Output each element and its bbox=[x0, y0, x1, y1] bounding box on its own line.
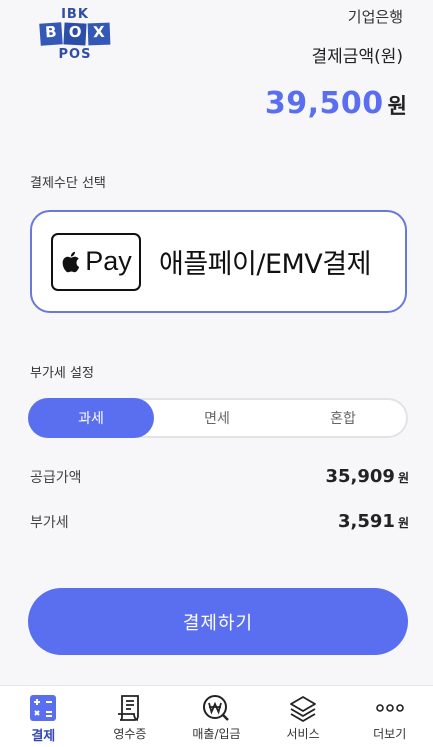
tab-sales-deposit[interactable]: 매출/입금 bbox=[173, 686, 260, 747]
ibk-box-pos-logo: IBK B O X POS bbox=[38, 7, 112, 71]
supply-amount-value: 35,909 원 bbox=[325, 466, 409, 487]
vat-amount-unit: 원 bbox=[397, 516, 409, 530]
logo-line-3: POS bbox=[58, 47, 92, 62]
won-coin-search-icon bbox=[201, 693, 231, 723]
tab-label: 더보기 bbox=[373, 727, 407, 741]
logo-box-letter: B bbox=[39, 22, 63, 46]
payment-amount: 39,500 원 bbox=[265, 86, 407, 121]
apple-pay-text: Pay bbox=[85, 246, 132, 276]
more-dots-icon bbox=[375, 693, 405, 723]
supply-amount-unit: 원 bbox=[397, 471, 409, 485]
tab-payment[interactable]: 결제 bbox=[0, 686, 87, 747]
vat-amount-row: 부가세 3,591 원 bbox=[30, 511, 409, 532]
tab-more[interactable]: 더보기 bbox=[346, 686, 433, 747]
apple-icon bbox=[62, 251, 80, 272]
logo-box: B O X bbox=[38, 22, 112, 46]
payment-option-label: 애플페이/EMV결제 bbox=[159, 249, 371, 280]
logo-box-letter: X bbox=[87, 22, 111, 46]
vat-option-taxable[interactable]: 과세 bbox=[28, 398, 154, 438]
supply-amount-label: 공급가액 bbox=[30, 470, 82, 486]
receipt-icon bbox=[115, 693, 145, 723]
vat-option-exempt[interactable]: 면세 bbox=[154, 400, 280, 436]
bank-name: 기업은행 bbox=[347, 8, 403, 26]
pay-button[interactable]: 결제하기 bbox=[28, 588, 408, 655]
vat-setting-title: 부가세 설정 bbox=[30, 366, 94, 381]
vat-segmented-control: 과세 면세 혼합 bbox=[28, 398, 408, 438]
tab-service[interactable]: 서비스 bbox=[260, 686, 347, 747]
payment-method-title: 결제수단 선택 bbox=[30, 176, 106, 191]
supply-amount-number: 35,909 bbox=[325, 466, 395, 487]
logo-line-1: IBK bbox=[61, 7, 89, 22]
tab-label: 서비스 bbox=[286, 727, 320, 741]
amount-value: 39,500 bbox=[264, 86, 384, 121]
apple-pay-emv-option[interactable]: Pay 애플페이/EMV결제 bbox=[30, 210, 407, 313]
tab-label: 영수증 bbox=[113, 727, 147, 741]
logo-box-letter: O bbox=[63, 22, 87, 46]
vat-amount-number: 3,591 bbox=[338, 511, 395, 532]
supply-amount-row: 공급가액 35,909 원 bbox=[30, 466, 409, 487]
vat-amount-value: 3,591 원 bbox=[338, 511, 409, 532]
apple-pay-mark: Pay bbox=[51, 232, 141, 291]
amount-label: 결제금액(원) bbox=[311, 47, 403, 67]
tab-receipt[interactable]: 영수증 bbox=[87, 686, 174, 747]
tab-label: 매출/입금 bbox=[192, 727, 241, 741]
tab-label: 결제 bbox=[31, 729, 56, 744]
calculator-icon bbox=[28, 693, 58, 723]
vat-option-mixed[interactable]: 혼합 bbox=[280, 400, 406, 436]
vat-amount-label: 부가세 bbox=[30, 515, 69, 531]
bottom-tab-bar: 결제 영수증 매출/입금 서비스 더보기 bbox=[0, 685, 433, 747]
amount-unit: 원 bbox=[387, 94, 407, 118]
layers-icon bbox=[288, 693, 318, 723]
